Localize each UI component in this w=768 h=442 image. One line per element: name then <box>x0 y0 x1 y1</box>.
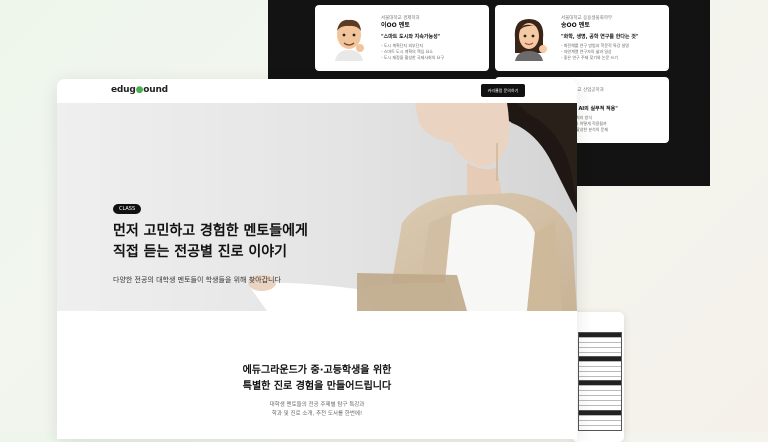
hero-section: CLASS 먼저 고민하고 경험한 멘토들에게 직접 듣는 전공별 진로 이야기… <box>57 103 577 311</box>
landing-page: edug●ound 커리큘럼 문의하기 CLASS 먼저 고민하고 경험한 멘토… <box>57 79 577 439</box>
mentor-avatar-female-icon <box>514 19 547 61</box>
intro-title: 에듀그라운드가 중·고등학생을 위한 특별한 진로 경험을 만들어드립니다 <box>242 365 392 392</box>
intro-section: 에듀그라운드가 중·고등학생을 위한 특별한 진로 경험을 만들어드립니다 대학… <box>57 311 577 439</box>
mentor-topic: "화학, 생명, 공학 연구를 한다는 것" <box>561 34 639 40</box>
mentor-card[interactable]: 서울대학교 경제학과 이OO 멘토 "스마트 도시와 지속가능성" - 도시 계… <box>315 5 489 71</box>
mentor-card[interactable]: 서울대학교 응용생물화학부 송OO 멘토 "화학, 생명, 공학 연구를 한다는… <box>495 5 669 71</box>
mentor-school: 서울대학교 응용생물화학부 <box>561 16 613 21</box>
hero-title: 먼저 고민하고 경험한 멘토들에게 직접 듣는 전공별 진로 이야기 <box>113 223 308 260</box>
top-navigation: edug●ound 커리큘럼 문의하기 <box>57 79 577 103</box>
intro-description: 대학생 멘토들의 전공 주제별 탐구 특강과 학과 및 진로 소개, 추천 도서… <box>269 402 365 417</box>
curriculum-inquiry-button[interactable]: 커리큘럼 문의하기 <box>481 84 525 97</box>
mentor-name: 이OO 멘토 <box>381 22 410 29</box>
hero-subtitle: 다양한 전공의 대학생 멘토들이 학생들을 위해 찾아갑니다 <box>113 276 281 284</box>
class-badge: CLASS <box>113 204 142 214</box>
mentor-avatar-male-icon <box>335 19 364 61</box>
mentor-point: - 좋은 연구 주제 찾기와 논문 쓰기 <box>561 55 618 60</box>
mentor-topic: "스마트 도시와 지속가능성" <box>381 34 441 40</box>
eduground-logo[interactable]: edug●ound <box>111 85 168 95</box>
mentor-point: - 도시 재정을 활성한 국제사회의 요구 <box>381 55 444 60</box>
curriculum-table-preview <box>572 312 624 442</box>
mentor-name: 송OO 멘토 <box>561 22 590 29</box>
mentor-school: 서울대학교 경제학과 <box>381 16 420 21</box>
